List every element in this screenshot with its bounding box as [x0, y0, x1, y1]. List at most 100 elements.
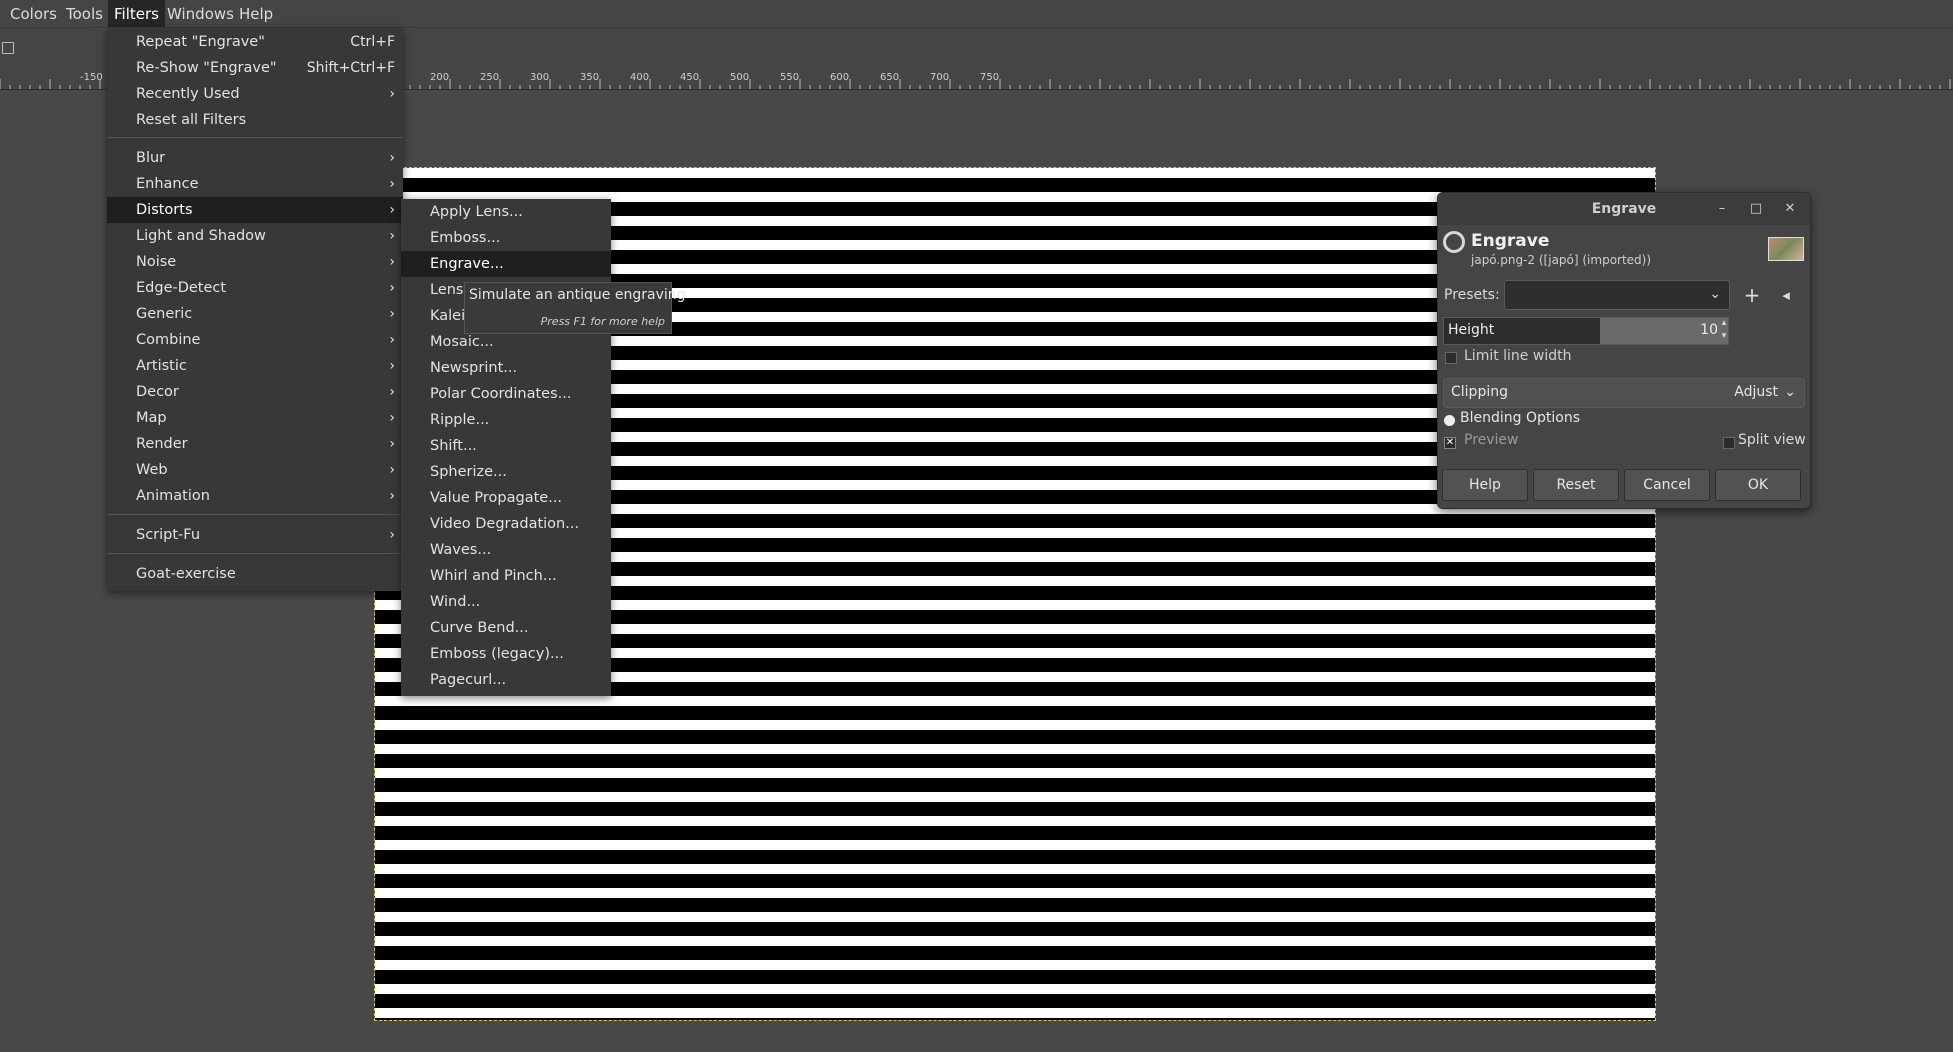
- menu-item-waves[interactable]: Waves...: [401, 537, 611, 563]
- limit-line-width-label: Limit line width: [1464, 348, 1572, 364]
- close-icon[interactable]: ✕: [1782, 201, 1798, 217]
- menu-help[interactable]: Help: [233, 0, 279, 27]
- menu-item-reshow-engrave[interactable]: Re-Show "Engrave" Shift+Ctrl+F: [107, 55, 403, 81]
- menu-item-pagecurl[interactable]: Pagecurl...: [401, 667, 611, 693]
- menu-item-recently-used[interactable]: Recently Used ›: [107, 81, 403, 107]
- chevron-right-icon: ›: [389, 410, 395, 426]
- menu-item-apply-lens[interactable]: Apply Lens...: [401, 199, 611, 225]
- height-spinner[interactable]: ▴ ▾: [1718, 317, 1730, 345]
- menu-item-spherize[interactable]: Spherize...: [401, 459, 611, 485]
- menu-item-enhance[interactable]: Enhance ›: [107, 171, 403, 197]
- menu-item-web[interactable]: Web ›: [107, 457, 403, 483]
- menu-item-engrave[interactable]: Engrave...: [401, 251, 611, 277]
- menu-item-artistic[interactable]: Artistic ›: [107, 353, 403, 379]
- clipping-dropdown[interactable]: Clipping Adjust ⌄: [1443, 378, 1805, 408]
- height-slider[interactable]: Height 10: [1443, 317, 1729, 345]
- chevron-right-icon: ›: [389, 488, 395, 504]
- filters-menu: Repeat "Engrave" Ctrl+F Re-Show "Engrave…: [107, 29, 403, 591]
- menu-item-polar-coordinates[interactable]: Polar Coordinates...: [401, 381, 611, 407]
- preview-label: Preview: [1464, 432, 1519, 448]
- menu-item-ripple[interactable]: Ripple...: [401, 407, 611, 433]
- ruler-label: 200: [430, 72, 450, 83]
- dialog-titlebar[interactable]: Engrave – □ ✕: [1438, 193, 1810, 225]
- close-icon[interactable]: [2, 42, 14, 54]
- height-label: Height: [1448, 322, 1495, 338]
- distorts-submenu: Apply Lens... Emboss... Engrave... Lens …: [401, 199, 611, 696]
- menu-item-newsprint[interactable]: Newsprint...: [401, 355, 611, 381]
- menu-item-wind[interactable]: Wind...: [401, 589, 611, 615]
- menu-item-combine[interactable]: Combine ›: [107, 327, 403, 353]
- menubar: Colors Tools Filters Windows Help: [0, 0, 1953, 27]
- menu-item-map[interactable]: Map ›: [107, 405, 403, 431]
- menu-item-emboss-legacy[interactable]: Emboss (legacy)...: [401, 641, 611, 667]
- menu-item-whirl-and-pinch[interactable]: Whirl and Pinch...: [401, 563, 611, 589]
- preset-menu-icon[interactable]: ◂: [1772, 281, 1800, 309]
- menu-item-goat-exercise[interactable]: Goat-exercise: [107, 561, 403, 587]
- menu-item-curve-bend[interactable]: Curve Bend...: [401, 615, 611, 641]
- menu-item-decor[interactable]: Decor ›: [107, 379, 403, 405]
- clipping-label: Clipping: [1451, 384, 1508, 400]
- menu-item-animation[interactable]: Animation ›: [107, 483, 403, 509]
- menu-separator: [107, 553, 403, 554]
- menu-item-distorts[interactable]: Distorts ›: [107, 197, 403, 223]
- ruler-label: 500: [730, 72, 750, 83]
- chevron-right-icon: ›: [389, 280, 395, 296]
- ruler-label: 450: [680, 72, 700, 83]
- clipping-value: Adjust: [1734, 384, 1778, 400]
- blending-options-label[interactable]: Blending Options: [1460, 410, 1580, 426]
- gimp-logo-icon: [1443, 231, 1465, 253]
- presets-dropdown[interactable]: ⌄: [1504, 280, 1730, 310]
- menu-windows[interactable]: Windows: [161, 0, 240, 27]
- menu-item-repeat-engrave[interactable]: Repeat "Engrave" Ctrl+F: [107, 29, 403, 55]
- add-preset-icon[interactable]: +: [1738, 281, 1766, 309]
- preview-checkbox[interactable]: ✕: [1444, 437, 1456, 449]
- menu-separator: [107, 137, 403, 138]
- cancel-button[interactable]: Cancel: [1624, 469, 1710, 501]
- chevron-right-icon: ›: [389, 527, 395, 543]
- menu-item-render[interactable]: Render ›: [107, 431, 403, 457]
- chevron-right-icon: ›: [389, 332, 395, 348]
- filter-name: Engrave: [1471, 231, 1550, 251]
- menu-item-value-propagate[interactable]: Value Propagate...: [401, 485, 611, 511]
- chevron-down-icon: ⌄: [1709, 286, 1721, 302]
- limit-line-width-checkbox[interactable]: [1445, 352, 1457, 364]
- ok-button[interactable]: OK: [1715, 469, 1801, 501]
- menu-item-generic[interactable]: Generic ›: [107, 301, 403, 327]
- menu-colors[interactable]: Colors: [4, 0, 63, 27]
- engrave-dialog: Engrave – □ ✕ Engrave japó.png-2 ([japó]…: [1437, 192, 1811, 509]
- menu-item-shift[interactable]: Shift...: [401, 433, 611, 459]
- ruler-label: 700: [930, 72, 950, 83]
- maximize-icon[interactable]: □: [1748, 201, 1764, 217]
- tooltip-help: Press F1 for more help: [540, 315, 665, 328]
- menu-item-script-fu[interactable]: Script-Fu ›: [107, 522, 403, 548]
- menu-item-noise[interactable]: Noise ›: [107, 249, 403, 275]
- split-view-checkbox[interactable]: [1723, 437, 1735, 449]
- reset-button[interactable]: Reset: [1533, 469, 1619, 501]
- ruler-label: 250: [480, 72, 500, 83]
- menu-tools[interactable]: Tools: [60, 0, 109, 27]
- minimize-icon[interactable]: –: [1714, 201, 1730, 217]
- menu-item-emboss[interactable]: Emboss...: [401, 225, 611, 251]
- tooltip-text: Simulate an antique engraving: [469, 287, 686, 303]
- chevron-right-icon: ›: [389, 358, 395, 374]
- chevron-right-icon: ›: [389, 384, 395, 400]
- ruler-label: 650: [880, 72, 900, 83]
- help-button[interactable]: Help: [1442, 469, 1528, 501]
- menu-item-reset-filters[interactable]: Reset all Filters: [107, 107, 403, 133]
- menu-filters[interactable]: Filters: [108, 0, 165, 27]
- split-view-label: Split view: [1738, 432, 1806, 448]
- ruler-label: 300: [530, 72, 550, 83]
- ruler-label: 750: [980, 72, 1000, 83]
- ruler-label: 400: [630, 72, 650, 83]
- blending-options-expander-icon[interactable]: [1444, 415, 1455, 426]
- chevron-right-icon: ›: [389, 436, 395, 452]
- tooltip: Simulate an antique engraving Press F1 f…: [464, 282, 686, 334]
- menu-item-blur[interactable]: Blur ›: [107, 145, 403, 171]
- chevron-right-icon: ›: [389, 150, 395, 166]
- menu-item-edge-detect[interactable]: Edge-Detect ›: [107, 275, 403, 301]
- chevron-right-icon: ›: [389, 176, 395, 192]
- menu-item-video-degradation[interactable]: Video Degradation...: [401, 511, 611, 537]
- chevron-right-icon: ›: [389, 228, 395, 244]
- menu-item-light-and-shadow[interactable]: Light and Shadow ›: [107, 223, 403, 249]
- chevron-down-icon: ⌄: [1784, 384, 1796, 400]
